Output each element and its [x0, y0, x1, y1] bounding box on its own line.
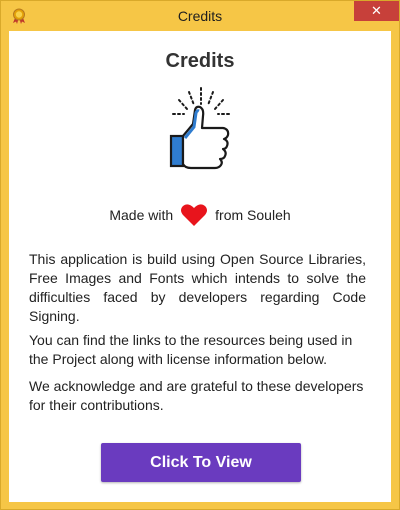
page-title: Credits	[165, 50, 235, 72]
click-to-view-button[interactable]: Click To View	[101, 443, 301, 482]
made-with-line: Made with from Souleh	[9, 202, 391, 228]
window-title: Credits	[177, 8, 223, 24]
acknowledgement-paragraph: We acknowledge and are grateful to these…	[29, 378, 364, 413]
close-icon: ✕	[371, 3, 382, 18]
heart-icon	[181, 204, 208, 226]
title-bar[interactable]: Credits ✕	[1, 1, 399, 31]
credits-window: Credits ✕ Credits Made with from Souleh …	[0, 0, 400, 510]
description-paragraph: This application is build using Open Sou…	[29, 251, 366, 324]
close-button[interactable]: ✕	[354, 1, 399, 21]
author-text: from Souleh	[215, 207, 291, 223]
links-paragraph: You can find the links to the resources …	[29, 332, 353, 367]
content-area: Credits Made with from Souleh This appli…	[9, 31, 391, 502]
thumbs-up-icon	[169, 87, 230, 170]
made-with-text: Made with	[109, 207, 174, 223]
